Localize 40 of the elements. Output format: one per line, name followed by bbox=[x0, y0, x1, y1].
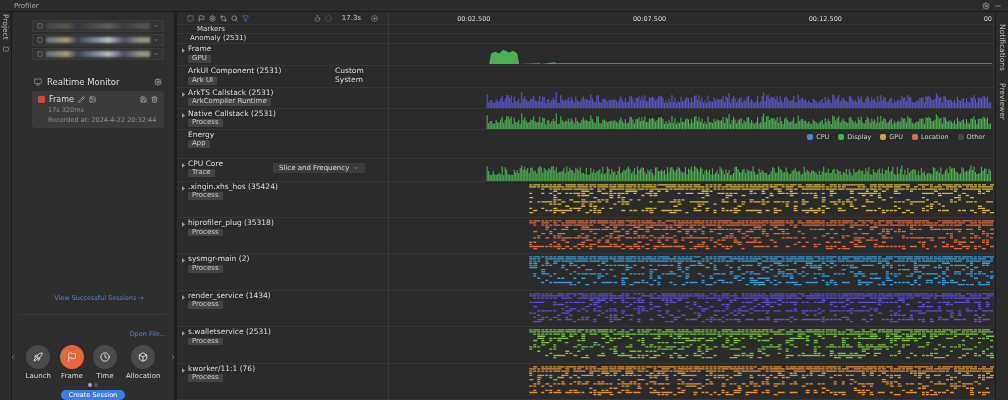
monitor-icon bbox=[34, 78, 42, 86]
timer-icon[interactable] bbox=[313, 14, 321, 22]
expand-caret-icon[interactable] bbox=[181, 91, 186, 97]
session-name: Frame bbox=[49, 95, 74, 104]
device-icon bbox=[37, 23, 43, 29]
filter-icon[interactable] bbox=[242, 14, 249, 22]
caret-icon bbox=[353, 164, 360, 171]
caret-icon bbox=[153, 23, 159, 29]
expand-caret-icon[interactable] bbox=[181, 48, 186, 54]
caret-icon bbox=[153, 51, 159, 57]
device-selector[interactable] bbox=[32, 48, 164, 60]
expand-caret-icon[interactable] bbox=[181, 221, 186, 227]
template-icon bbox=[66, 352, 77, 362]
zoom-in-icon[interactable] bbox=[371, 14, 378, 22]
expand-caret-icon[interactable] bbox=[181, 112, 186, 118]
section-title: Realtime Monitor bbox=[47, 77, 121, 87]
expand-caret-icon[interactable] bbox=[181, 162, 186, 168]
folder-icon bbox=[2, 45, 9, 52]
save-icon[interactable] bbox=[140, 96, 147, 103]
flag-icon[interactable] bbox=[198, 14, 205, 22]
stop-icon[interactable] bbox=[187, 14, 194, 22]
delete-icon[interactable] bbox=[151, 96, 158, 103]
expand-caret-icon[interactable] bbox=[181, 258, 186, 264]
expand-caret-icon[interactable] bbox=[181, 185, 186, 191]
device-icon bbox=[37, 37, 43, 43]
template-icon bbox=[33, 352, 44, 362]
crop-icon[interactable] bbox=[220, 14, 227, 22]
template-icon bbox=[138, 352, 149, 362]
template-icon bbox=[99, 352, 110, 362]
page-dot[interactable] bbox=[94, 383, 98, 387]
caret-icon bbox=[153, 37, 159, 43]
edit-icon[interactable] bbox=[77, 96, 85, 103]
device-icon bbox=[37, 51, 43, 57]
device-selector[interactable] bbox=[32, 34, 164, 46]
search-icon[interactable] bbox=[231, 14, 238, 22]
session-badge-icon bbox=[38, 96, 45, 103]
page-dot[interactable] bbox=[88, 383, 92, 387]
expand-caret-icon[interactable] bbox=[181, 331, 186, 337]
expand-caret-icon[interactable] bbox=[181, 367, 186, 373]
expand-caret-icon[interactable] bbox=[181, 294, 186, 300]
